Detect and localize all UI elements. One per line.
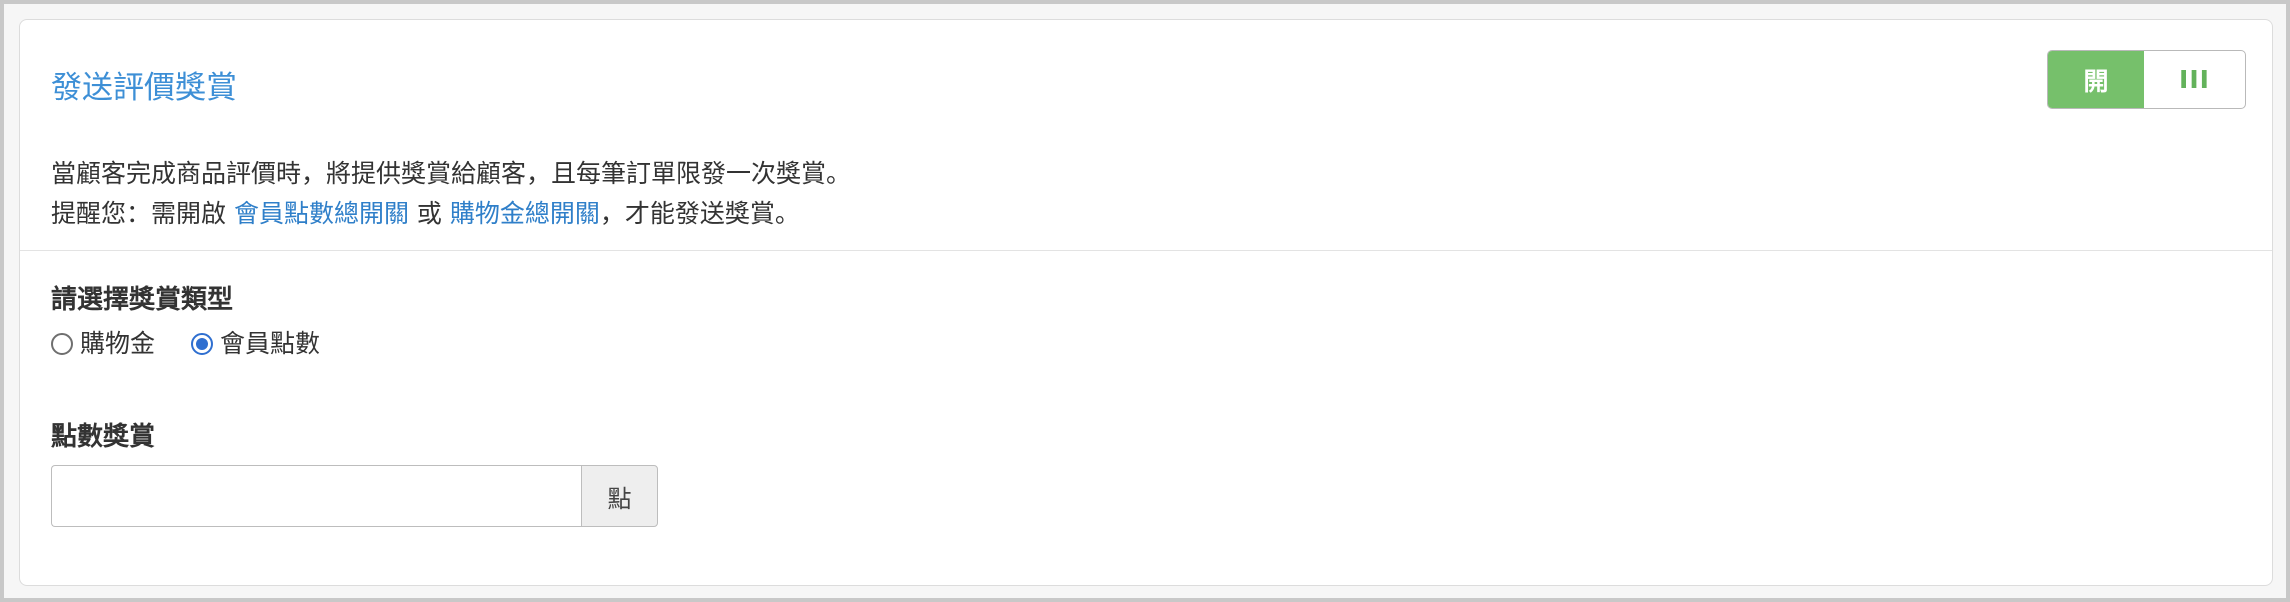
reminder-suffix: ，才能發送獎賞。 [599,199,800,228]
reward-type-label: 請選擇獎賞類型 [51,285,234,315]
reminder-or: 或 [408,199,450,228]
toggle-off-option[interactable]: III [2144,51,2245,108]
member-points-master-switch-link[interactable]: 會員點數總開關 [234,199,409,228]
points-reward-label: 點數獎賞 [51,422,156,452]
points-reward-input-group: 點 [51,465,658,527]
section-description: 當顧客完成商品評價時，將提供獎賞給顧客，且每筆訂單限發一次獎賞。 提醒您：需開啟… [51,154,851,234]
reward-type-radio-group: 購物金 會員點數 [51,326,356,362]
review-reward-card: 發送評價獎賞 開 III 當顧客完成商品評價時，將提供獎賞給顧客，且每筆訂單限發… [19,19,2273,586]
reward-toggle-switch[interactable]: 開 III [2047,50,2246,109]
page-frame: 發送評價獎賞 開 III 當顧客完成商品評價時，將提供獎賞給顧客，且每筆訂單限發… [4,4,2286,598]
description-line-1: 當顧客完成商品評價時，將提供獎賞給顧客，且每筆訂單限發一次獎賞。 [51,159,852,188]
member-points-radio[interactable] [191,333,214,355]
toggle-on-option[interactable]: 開 [2048,51,2144,108]
shopping-credit-radio-label: 購物金 [80,329,156,358]
points-reward-input[interactable] [51,465,581,527]
shopping-credit-radio[interactable] [51,333,73,355]
reward-type-option-member-points[interactable]: 會員點數 [191,326,320,362]
reward-type-option-shopping-credit[interactable]: 購物金 [51,326,155,362]
reminder-prefix: 提醒您：需開啟 [51,199,234,228]
shopping-credit-master-switch-link[interactable]: 購物金總開關 [450,199,600,228]
section-divider [20,250,2272,251]
points-unit-addon: 點 [581,465,658,527]
description-line-2: 提醒您：需開啟 會員點數總開關 或 購物金總開關，才能發送獎賞。 [51,194,851,234]
section-title: 發送評價獎賞 [51,70,237,106]
member-points-radio-label: 會員點數 [220,329,321,358]
